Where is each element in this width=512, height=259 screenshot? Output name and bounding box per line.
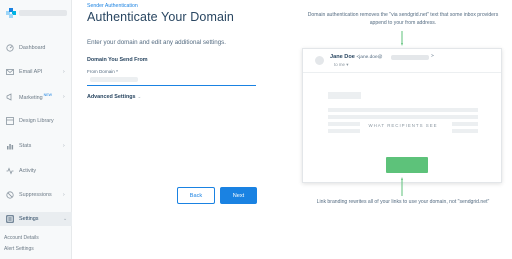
email-cta-button [386, 157, 428, 173]
link-branding-note: Link branding rewrites all of your links… [316, 199, 490, 205]
stats-icon [5, 142, 14, 151]
email-api-icon [5, 68, 14, 77]
sidebar-item-suppressions[interactable]: Suppressions › [0, 188, 72, 202]
from-domain-label: From Domain * [87, 69, 118, 74]
new-badge: NEW [43, 93, 53, 98]
arrow-down-icon [401, 31, 403, 46]
sidebar-item-dashboard[interactable]: Dashboard [0, 41, 72, 55]
dashboard-icon [5, 44, 14, 53]
sidebar-item-email-api[interactable]: Email API › [0, 65, 72, 79]
sidebar-item-label: Settings [19, 216, 39, 222]
arrow-up-icon [401, 177, 403, 196]
skeleton-line [328, 115, 478, 119]
page-title: Authenticate Your Domain [87, 10, 234, 24]
from-domain-input[interactable] [87, 85, 256, 86]
chevron-right-icon: › [63, 69, 65, 75]
sidebar-item-design-library[interactable]: Design Library [0, 114, 72, 128]
domain-section-label: Domain You Send From [87, 57, 148, 63]
breadcrumb[interactable]: Sender Authentication [87, 3, 138, 9]
back-button[interactable]: Back [177, 187, 215, 204]
domain-auth-note: Domain authentication removes the "via s… [307, 12, 499, 26]
email-preview-card: Jane Doe <jane.doe@ > to me ▾ WHAT RECIP… [302, 48, 502, 183]
what-recipients-see-label: WHAT RECIPIENTS SEE [368, 123, 438, 128]
sidebar-item-label: MarketingNEW [19, 93, 53, 101]
sidebar-item-label: Stats [19, 143, 32, 149]
chevron-down-icon: ⌄ [63, 216, 68, 222]
skeleton-line [328, 92, 361, 99]
account-name-placeholder [19, 10, 67, 16]
sidebar-item-label: Design Library [19, 118, 54, 124]
sidebar-item-marketing[interactable]: MarketingNEW › [0, 90, 72, 104]
chevron-right-icon: › [63, 94, 65, 100]
sender-domain-redacted [391, 55, 429, 60]
next-button[interactable]: Next [220, 187, 257, 204]
avatar [315, 56, 324, 65]
sidebar-item-stats[interactable]: Stats › [0, 139, 72, 153]
sendgrid-logo-icon[interactable] [6, 8, 16, 18]
skeleton-line [452, 129, 478, 133]
settings-icon [5, 215, 14, 224]
sidebar-item-label: Activity [19, 168, 37, 174]
advanced-settings-toggle[interactable]: Advanced Settings ⌄ [87, 94, 141, 100]
suppressions-icon [5, 191, 14, 200]
sidebar-item-activity[interactable]: Activity [0, 164, 72, 178]
sidebar: Dashboard Email API › MarketingNEW › Des… [0, 0, 72, 259]
sidebar-item-settings[interactable]: Settings ⌄ [0, 212, 72, 226]
sidebar-subitem-account-details[interactable]: Account Details [4, 235, 39, 241]
sender-line: Jane Doe <jane.doe@ [330, 54, 383, 60]
intro-text: Enter your domain and edit any additiona… [87, 39, 226, 46]
sidebar-item-label: Email API [19, 69, 43, 75]
sidebar-item-label: Suppressions [19, 192, 52, 198]
from-domain-value-redacted[interactable] [90, 77, 138, 82]
divider [303, 72, 501, 73]
sidebar-item-label: Dashboard [19, 45, 46, 51]
skeleton-line [452, 122, 478, 126]
chevron-down-icon: ⌄ [137, 94, 142, 99]
sender-addr-close: > [431, 54, 434, 59]
sidebar-subitem-alert-settings[interactable]: Alert Settings [4, 246, 34, 252]
skeleton-line [328, 129, 360, 133]
skeleton-line [328, 108, 478, 112]
design-library-icon [5, 117, 14, 126]
chevron-right-icon: › [63, 143, 65, 149]
to-me-label: to me ▾ [334, 62, 349, 67]
activity-icon [5, 167, 14, 176]
marketing-icon [5, 93, 14, 102]
chevron-right-icon: › [63, 192, 65, 198]
